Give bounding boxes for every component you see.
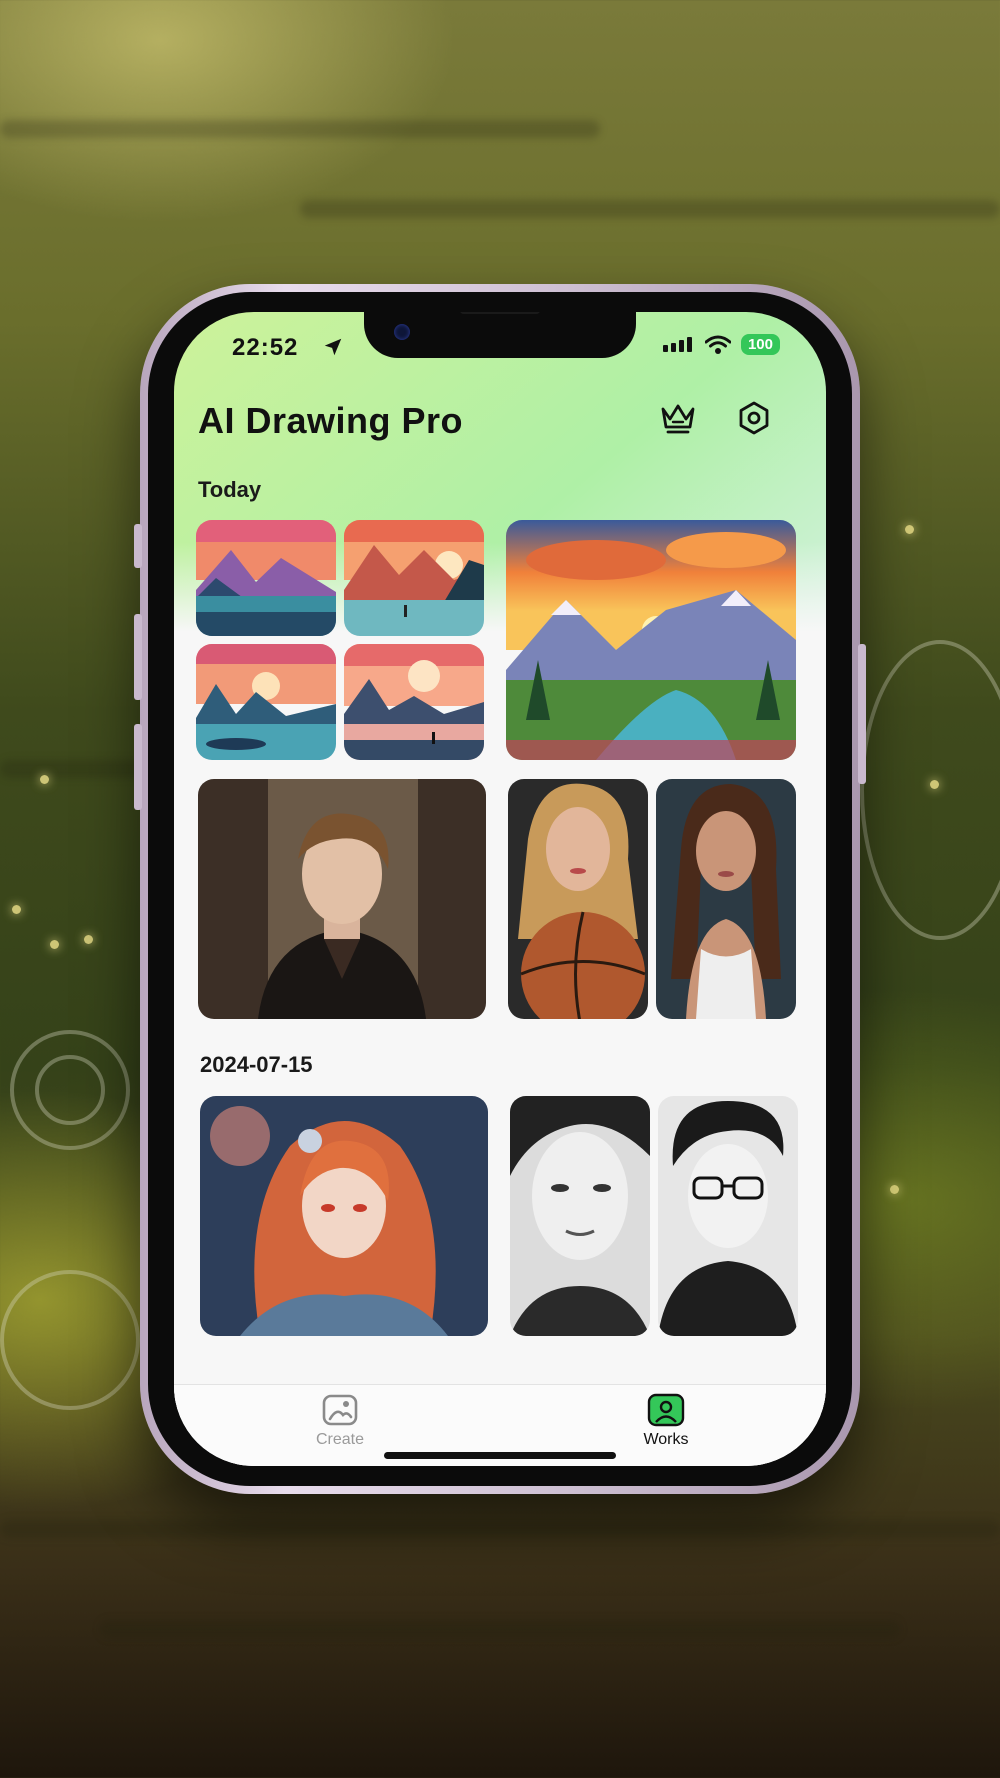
phone-frame: 22:52 100 AI Drawing Pro Today 2024-07-1… — [134, 284, 866, 1494]
background-sparkle — [40, 775, 49, 784]
signal-icon — [662, 336, 692, 352]
artwork-thumbnail[interactable] — [508, 779, 648, 1019]
background-streak — [100, 1620, 900, 1638]
background-sparkle — [890, 1185, 899, 1194]
background-swirl — [0, 1270, 140, 1410]
tab-works[interactable]: Works — [606, 1393, 726, 1449]
artwork-thumbnail[interactable] — [200, 1096, 488, 1336]
phone-side-button — [134, 724, 142, 810]
notch — [364, 312, 636, 358]
section-label-today: Today — [198, 477, 262, 502]
app-title: AI Drawing Pro — [198, 400, 464, 441]
background-sparkle — [12, 905, 21, 914]
app-screen: 22:52 100 AI Drawing Pro Today 2024-07-1… — [174, 312, 826, 1466]
background-streak — [300, 200, 1000, 218]
section-label-date: 2024-07-15 — [200, 1052, 313, 1077]
phone-side-button — [858, 644, 866, 784]
hexagon-settings-icon — [739, 401, 769, 435]
status-time: 22:52 — [232, 334, 299, 361]
tab-create-label: Create — [315, 1431, 365, 1448]
background-sparkle — [84, 935, 93, 944]
background-streak — [0, 120, 600, 138]
background-streak — [0, 1520, 1000, 1538]
artwork-thumbnail[interactable] — [344, 644, 484, 760]
artwork-thumbnail[interactable] — [344, 520, 484, 636]
location-arrow-icon — [324, 338, 342, 356]
artwork-thumbnail[interactable] — [658, 1096, 798, 1336]
background-sparkle — [50, 940, 59, 949]
works-gallery-icon — [647, 1393, 685, 1427]
background-swirl — [35, 1055, 105, 1125]
settings-button[interactable] — [730, 394, 778, 442]
crown-icon — [661, 404, 695, 434]
artwork-thumbnail[interactable] — [656, 779, 796, 1019]
battery-indicator: 100 — [740, 334, 780, 355]
status-indicators: 100 — [662, 334, 780, 355]
create-image-icon — [322, 1394, 358, 1426]
tab-create[interactable]: Create — [280, 1393, 400, 1449]
home-indicator — [384, 1452, 616, 1459]
tab-works-label: Works — [643, 1431, 689, 1448]
premium-button[interactable] — [654, 394, 702, 442]
artwork-thumbnail[interactable] — [198, 779, 486, 1019]
phone-side-button — [134, 614, 142, 700]
artwork-thumbnail[interactable] — [196, 644, 336, 760]
front-camera — [394, 324, 410, 340]
artwork-thumbnail[interactable] — [196, 520, 336, 636]
artwork-thumbnail[interactable] — [510, 1096, 650, 1336]
artwork-thumbnail[interactable] — [506, 520, 796, 760]
speaker — [460, 312, 540, 314]
background-swirl — [860, 640, 1000, 940]
wifi-icon — [704, 335, 731, 354]
phone-side-button — [134, 524, 142, 568]
background-sparkle — [905, 525, 914, 534]
